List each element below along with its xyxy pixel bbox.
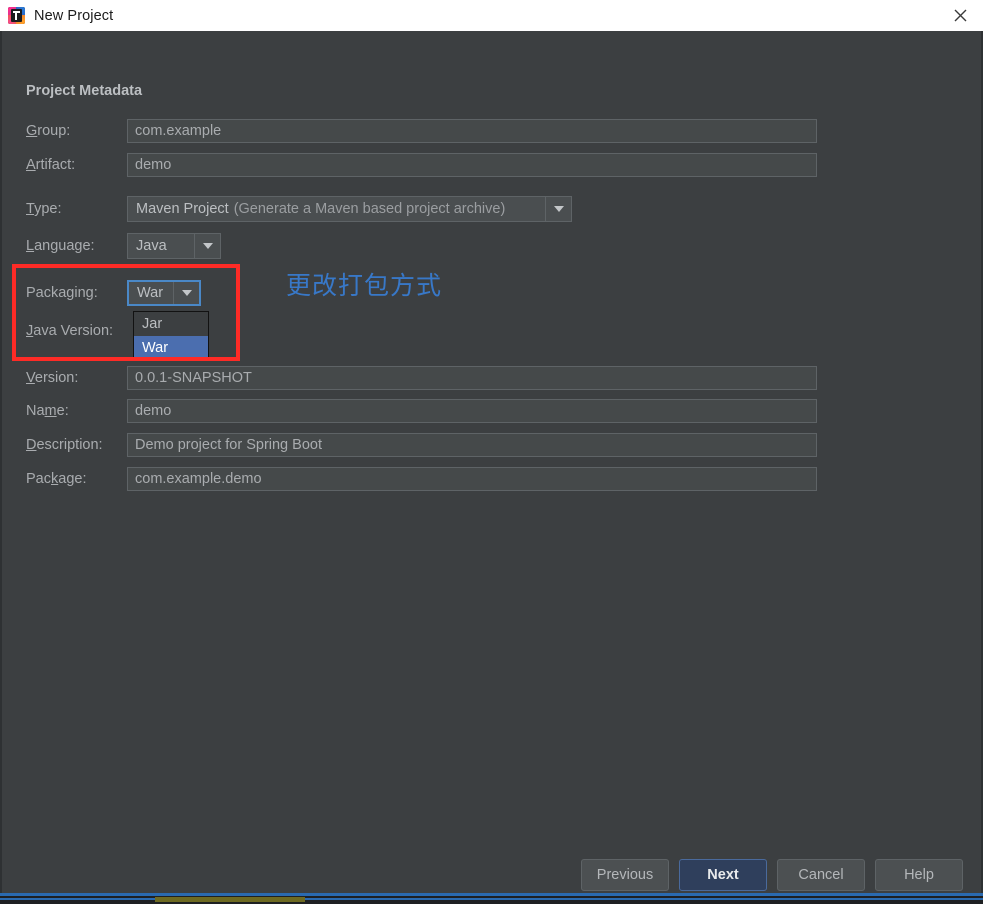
- packaging-combobox[interactable]: War: [127, 280, 201, 306]
- close-icon[interactable]: [937, 0, 983, 31]
- artifact-input[interactable]: demo: [127, 153, 817, 177]
- form-row-language: Language: Java: [26, 233, 221, 259]
- intellij-idea-icon: [8, 7, 25, 24]
- form-row-artifact: Artifact: demo: [26, 153, 817, 177]
- package-input[interactable]: com.example.demo: [127, 467, 817, 491]
- dialog-content: Project Metadata Group: com.example Arti…: [0, 31, 983, 904]
- label-type: Type:: [26, 201, 62, 217]
- form-row-package: Package: com.example.demo: [26, 467, 817, 491]
- cancel-button[interactable]: Cancel: [777, 859, 865, 891]
- section-title: Project Metadata: [26, 83, 143, 99]
- background-window-strip: [0, 896, 983, 904]
- help-button[interactable]: Help: [875, 859, 963, 891]
- version-input[interactable]: 0.0.1-SNAPSHOT: [127, 366, 817, 390]
- chevron-down-icon[interactable]: [173, 282, 199, 304]
- description-input[interactable]: Demo project for Spring Boot: [127, 433, 817, 457]
- label-packaging: Packaging:: [26, 285, 98, 301]
- dialog-button-bar: Previous Next Cancel Help: [581, 859, 963, 891]
- label-language: Language:: [26, 238, 95, 254]
- chevron-down-icon[interactable]: [194, 234, 220, 258]
- title-bar: New Project: [0, 0, 983, 31]
- name-input[interactable]: demo: [127, 399, 817, 423]
- packaging-combobox-value: War: [137, 285, 164, 301]
- packaging-option-jar[interactable]: Jar: [134, 312, 208, 336]
- previous-button[interactable]: Previous: [581, 859, 669, 891]
- language-combobox-value: Java: [136, 238, 167, 254]
- label-group: Group:: [26, 123, 71, 139]
- annotation-text: 更改打包方式: [286, 271, 443, 300]
- type-combobox-value: Maven Project (Generate a Maven based pr…: [128, 197, 545, 221]
- language-combobox[interactable]: Java: [127, 233, 221, 259]
- label-package: Package:: [26, 471, 87, 487]
- label-description: Description:: [26, 437, 103, 453]
- packaging-dropdown-popup[interactable]: Jar War: [133, 311, 209, 361]
- form-row-description: Description: Demo project for Spring Boo…: [26, 433, 817, 457]
- form-row-version: Version: 0.0.1-SNAPSHOT: [26, 366, 817, 390]
- packaging-option-war[interactable]: War: [134, 336, 208, 360]
- label-java-version: Java Version:: [26, 323, 114, 339]
- label-artifact: Artifact:: [26, 157, 76, 173]
- form-row-name: Name: demo: [26, 399, 817, 423]
- chevron-down-icon[interactable]: [545, 197, 571, 221]
- group-input[interactable]: com.example: [127, 119, 817, 143]
- form-row-type: Type: Maven Project (Generate a Maven ba…: [26, 196, 572, 222]
- form-row-packaging: Packaging: War: [26, 280, 201, 306]
- label-version: Version:: [26, 370, 79, 386]
- form-row-java-version: Java Version:: [26, 319, 127, 343]
- next-button[interactable]: Next: [679, 859, 767, 891]
- type-value-main: Maven Project: [136, 201, 229, 217]
- label-name: Name:: [26, 403, 69, 419]
- new-project-dialog: New Project Project Metadata Group: com.…: [0, 0, 983, 904]
- window-title: New Project: [34, 7, 114, 24]
- type-value-hint: (Generate a Maven based project archive): [233, 201, 506, 217]
- form-row-group: Group: com.example: [26, 119, 817, 143]
- type-combobox[interactable]: Maven Project (Generate a Maven based pr…: [127, 196, 572, 222]
